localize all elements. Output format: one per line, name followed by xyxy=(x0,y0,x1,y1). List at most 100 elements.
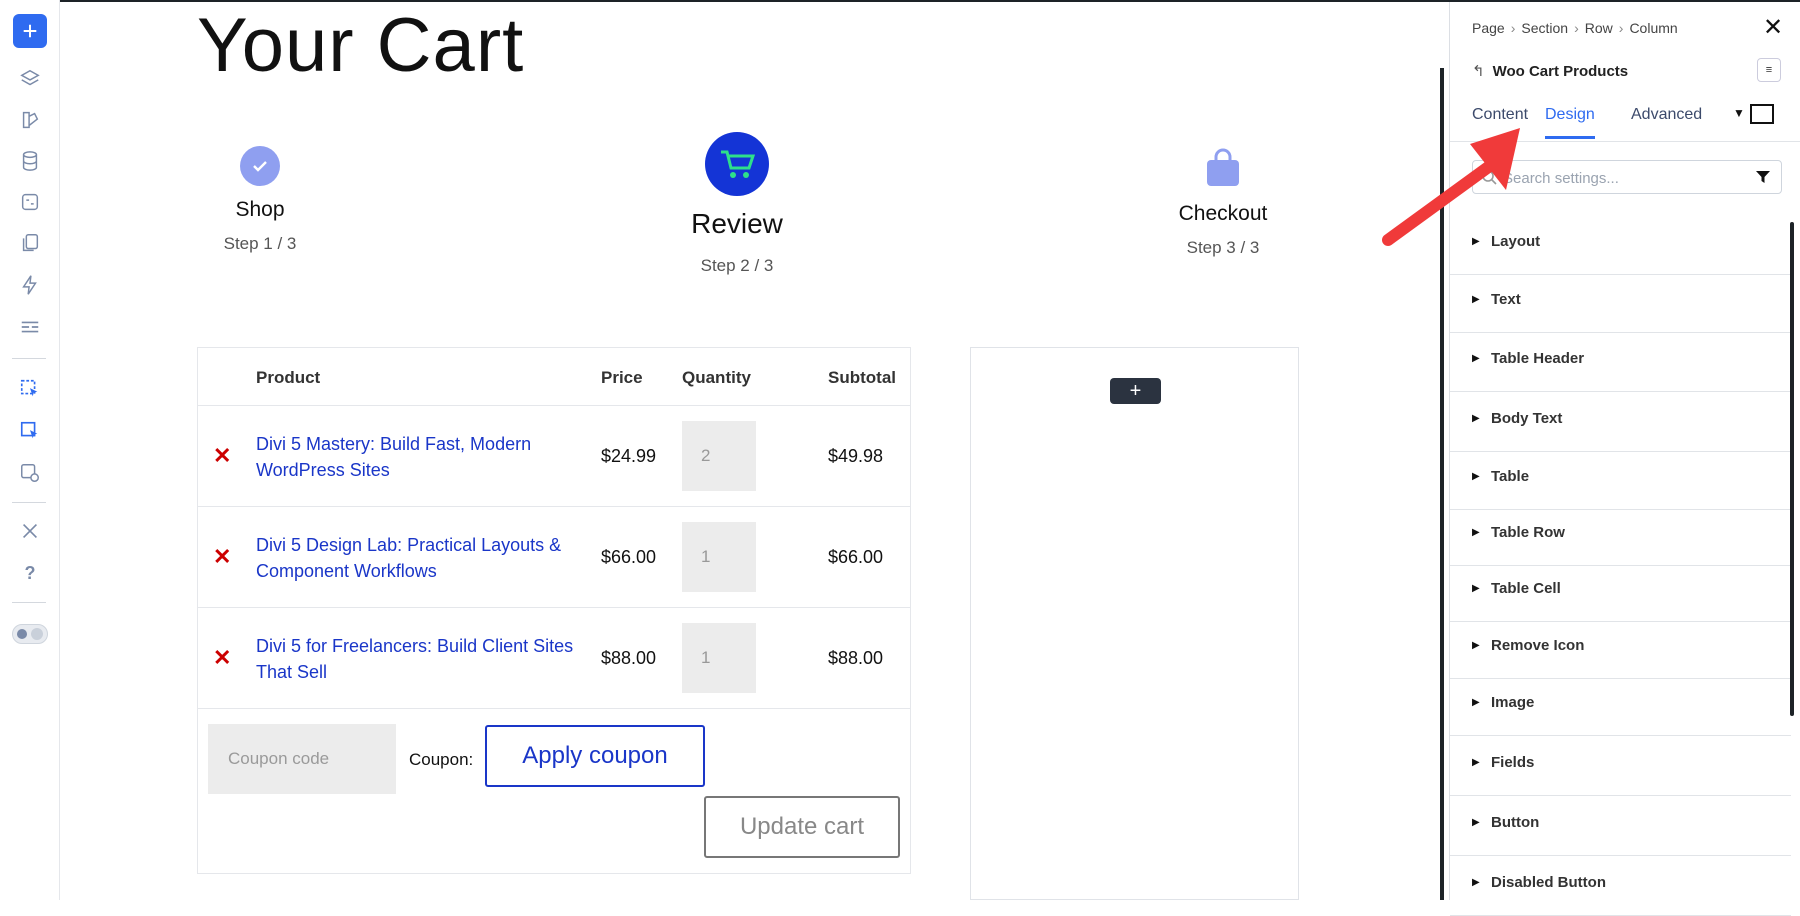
product-link[interactable]: Divi 5 Design Lab: Practical Layouts & C… xyxy=(256,532,576,584)
group-fields[interactable]: ▶ Fields xyxy=(1450,737,1791,796)
select-tool-button[interactable] xyxy=(13,372,47,406)
rail-divider xyxy=(12,502,46,503)
database-button[interactable] xyxy=(13,144,47,178)
apply-coupon-button[interactable]: Apply coupon xyxy=(485,725,705,787)
step-sub: Step 2 / 3 xyxy=(700,256,774,275)
close-panel-button[interactable]: ✕ xyxy=(1763,14,1783,42)
layers-icon xyxy=(20,69,40,86)
group-text[interactable]: ▶ Text xyxy=(1450,274,1791,333)
breadcrumb-section[interactable]: Section xyxy=(1521,20,1568,36)
database-icon xyxy=(22,151,38,171)
group-label: Table Row xyxy=(1491,524,1565,541)
panel-scrollbar[interactable] xyxy=(1790,222,1794,716)
step-sub: Step 3 / 3 xyxy=(1186,238,1260,257)
interactions-button[interactable] xyxy=(13,268,47,302)
tab-advanced[interactable]: Advanced xyxy=(1631,106,1702,136)
group-remove-icon[interactable]: ▶ Remove Icon xyxy=(1450,620,1791,679)
triangle-right-icon: ▶ xyxy=(1472,697,1480,708)
help-button[interactable]: ? xyxy=(13,556,47,590)
toggle-knob xyxy=(31,628,43,640)
triangle-right-icon: ▶ xyxy=(1472,640,1480,651)
group-label: Image xyxy=(1491,694,1535,711)
breadcrumb-page[interactable]: Page xyxy=(1472,20,1505,36)
quantity-input[interactable] xyxy=(682,623,756,693)
add-module-button[interactable] xyxy=(13,14,47,48)
lightning-icon xyxy=(22,275,37,295)
gear-icon xyxy=(17,629,27,639)
caret-down-icon[interactable]: ▼ xyxy=(1733,106,1745,120)
module-name: Woo Cart Products xyxy=(1492,63,1629,80)
group-label: Table xyxy=(1491,468,1530,485)
module-options-button[interactable]: ≡ xyxy=(1757,58,1781,82)
cursor-select-icon xyxy=(20,379,38,397)
remove-item-icon[interactable]: ✕ xyxy=(213,546,231,568)
triangle-right-icon: ▶ xyxy=(1472,353,1480,364)
rail-divider xyxy=(12,358,46,359)
step-review: Review Step 2 / 3 xyxy=(637,132,837,276)
multi-select-button[interactable] xyxy=(13,414,47,448)
table-row: ✕ Divi 5 Mastery: Build Fast, Modern Wor… xyxy=(198,406,910,507)
breadcrumb-column[interactable]: Column xyxy=(1629,20,1677,36)
chevron-right-icon: › xyxy=(1510,20,1516,36)
responsive-view-button[interactable] xyxy=(1750,104,1774,124)
back-arrow-icon[interactable]: ↰ xyxy=(1472,63,1485,80)
product-link[interactable]: Divi 5 for Freelancers: Build Client Sit… xyxy=(256,633,576,685)
triangle-right-icon: ▶ xyxy=(1472,413,1480,424)
header-subtotal: Subtotal xyxy=(828,368,896,387)
preview-button[interactable] xyxy=(13,456,47,490)
remove-item-icon[interactable]: ✕ xyxy=(213,647,231,669)
design-button[interactable] xyxy=(13,103,47,137)
triangle-right-icon: ▶ xyxy=(1472,471,1480,482)
product-subtotal: $49.98 xyxy=(828,446,884,466)
tab-design[interactable]: Design xyxy=(1545,106,1595,139)
group-table-header[interactable]: ▶ Table Header xyxy=(1450,333,1791,392)
group-table-row[interactable]: ▶ Table Row xyxy=(1450,507,1791,566)
module-title: ↰ Woo Cart Products xyxy=(1472,62,1628,80)
table-header: Product Price Quantity Subtotal xyxy=(198,348,910,406)
tools-icon xyxy=(22,523,38,539)
rail-divider xyxy=(12,602,46,603)
group-label: Disabled Button xyxy=(1491,874,1606,891)
product-price: $88.00 xyxy=(601,648,657,668)
plus-icon xyxy=(23,24,37,38)
quantity-input[interactable] xyxy=(682,421,756,491)
annotation-arrow-icon xyxy=(1382,128,1520,246)
header-quantity: Quantity xyxy=(682,368,751,387)
variables-icon xyxy=(21,193,39,211)
triangle-right-icon: ▶ xyxy=(1472,817,1480,828)
product-link[interactable]: Divi 5 Mastery: Build Fast, Modern WordP… xyxy=(256,431,576,483)
group-table-cell[interactable]: ▶ Table Cell xyxy=(1450,563,1791,622)
cart-icon xyxy=(705,132,769,196)
variables-button[interactable] xyxy=(13,185,47,219)
layout-button[interactable] xyxy=(13,310,47,344)
update-cart-button[interactable]: Update cart xyxy=(704,796,900,858)
group-body-text[interactable]: ▶ Body Text xyxy=(1450,393,1791,452)
group-label: Body Text xyxy=(1491,410,1563,427)
bag-icon xyxy=(1203,146,1243,190)
theme-toggle[interactable] xyxy=(12,624,48,644)
cursor-multi-icon xyxy=(20,421,38,439)
quantity-input[interactable] xyxy=(682,522,756,592)
triangle-right-icon: ▶ xyxy=(1472,877,1480,888)
breadcrumb-row[interactable]: Row xyxy=(1585,20,1613,36)
coupon-label: Coupon: xyxy=(409,750,474,769)
group-image[interactable]: ▶ Image xyxy=(1450,677,1791,736)
cart-table: Product Price Quantity Subtotal ✕ Divi 5… xyxy=(197,347,911,874)
pages-icon xyxy=(22,234,39,252)
group-disabled-button[interactable]: ▶ Disabled Button xyxy=(1450,857,1791,916)
group-table[interactable]: ▶ Table xyxy=(1450,451,1791,510)
tools-button[interactable] xyxy=(13,514,47,548)
filter-icon[interactable] xyxy=(1755,169,1771,185)
group-button[interactable]: ▶ Button xyxy=(1450,797,1791,856)
step-checkout: Checkout Step 3 / 3 xyxy=(1123,146,1323,258)
group-label: Fields xyxy=(1491,754,1535,771)
group-label: Text xyxy=(1491,291,1521,308)
pages-button[interactable] xyxy=(13,226,47,260)
palette-icon xyxy=(22,111,39,129)
triangle-right-icon: ▶ xyxy=(1472,527,1480,538)
coupon-code-input[interactable] xyxy=(208,724,396,794)
add-module-button[interactable]: + xyxy=(1110,378,1161,404)
remove-item-icon[interactable]: ✕ xyxy=(213,445,231,467)
help-icon: ? xyxy=(24,562,36,583)
layers-button[interactable] xyxy=(13,62,47,96)
